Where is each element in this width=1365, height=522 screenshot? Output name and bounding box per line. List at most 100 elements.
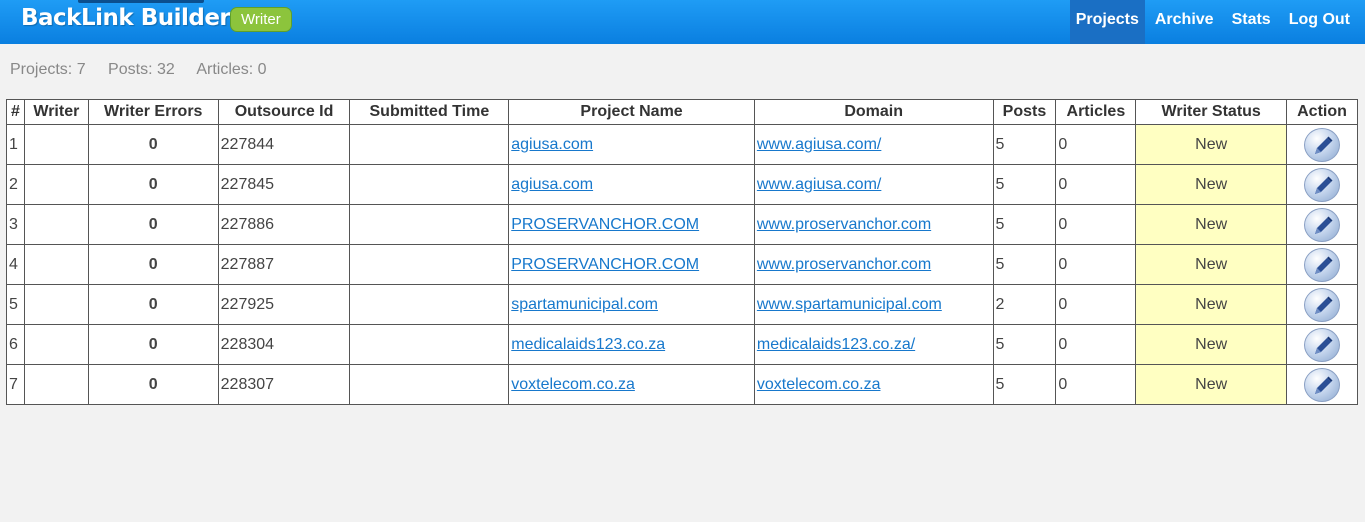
domain-link[interactable]: www.spartamunicipal.com: [757, 296, 942, 313]
pencil-icon: [1315, 296, 1333, 314]
project-link[interactable]: spartamunicipal.com: [511, 296, 658, 313]
domain-cell: www.proservanchor.com: [753, 244, 994, 285]
pencil-icon: [1315, 256, 1333, 274]
writer-cell: [23, 284, 89, 325]
edit-button[interactable]: [1304, 327, 1340, 362]
writer-errors-cell: 0: [87, 244, 219, 285]
posts-cell: 5: [992, 164, 1057, 205]
col-header-articles: Articles: [1055, 99, 1137, 125]
action-cell: [1286, 364, 1358, 405]
nav-projects[interactable]: Projects: [1069, 0, 1145, 44]
outsource-id-cell: 227887: [217, 244, 351, 285]
writer-cell: [23, 324, 89, 365]
submitted-time-cell: [349, 244, 510, 285]
top-navbar: BackLink Builder Writer Projects Archive…: [0, 0, 1365, 44]
action-cell: [1286, 284, 1358, 325]
writer-errors-cell: 0: [87, 124, 219, 165]
writer-errors-cell: 0: [87, 284, 219, 325]
project-link[interactable]: PROSERVANCHOR.COM: [511, 256, 699, 273]
table-row: 3 0 227886 PROSERVANCHOR.COM www.proserv…: [6, 204, 1358, 245]
writer-status-cell: New: [1135, 164, 1288, 205]
submitted-time-cell: [349, 284, 510, 325]
project-link[interactable]: PROSERVANCHOR.COM: [511, 216, 699, 233]
edit-button[interactable]: [1304, 167, 1340, 202]
writer-errors-cell: 0: [87, 364, 219, 405]
domain-link[interactable]: medicalaids123.co.za/: [757, 336, 915, 353]
writer-errors-cell: 0: [87, 204, 219, 245]
domain-link[interactable]: www.agiusa.com/: [757, 176, 882, 193]
submitted-time-cell: [349, 204, 510, 245]
writer-status-cell: New: [1135, 204, 1288, 245]
pencil-icon: [1315, 136, 1333, 154]
col-header-project-name: Project Name: [508, 99, 755, 125]
posts-cell: 5: [992, 204, 1057, 245]
projects-count: Projects: 7: [10, 61, 86, 78]
project-link[interactable]: agiusa.com: [511, 176, 593, 193]
col-header-writer-status: Writer Status: [1135, 99, 1288, 125]
nav-archive[interactable]: Archive: [1147, 0, 1222, 44]
nav-logout[interactable]: Log Out: [1281, 0, 1365, 44]
row-number: 1: [6, 124, 25, 165]
articles-cell: 0: [1055, 124, 1137, 165]
table-header-row: # Writer Writer Errors Outsource Id Subm…: [6, 99, 1358, 125]
project-name-cell: agiusa.com: [508, 124, 755, 165]
role-badge: Writer: [230, 7, 292, 32]
outsource-id-cell: 228307: [217, 364, 351, 405]
domain-cell: www.agiusa.com/: [753, 164, 994, 205]
projects-table: # Writer Writer Errors Outsource Id Subm…: [6, 99, 1358, 405]
articles-cell: 0: [1055, 324, 1137, 365]
project-link[interactable]: medicalaids123.co.za: [511, 336, 665, 353]
writer-status-cell: New: [1135, 364, 1288, 405]
domain-link[interactable]: www.proservanchor.com: [757, 216, 931, 233]
outsource-id-cell: 227844: [217, 124, 351, 165]
writer-cell: [23, 244, 89, 285]
row-number: 5: [6, 284, 25, 325]
writer-errors-cell: 0: [87, 164, 219, 205]
table-row: 4 0 227887 PROSERVANCHOR.COM www.proserv…: [6, 244, 1358, 285]
outsource-id-cell: 228304: [217, 324, 351, 365]
posts-cell: 5: [992, 244, 1057, 285]
col-header-submitted-time: Submitted Time: [349, 99, 510, 125]
table-row: 5 0 227925 spartamunicipal.com www.spart…: [6, 284, 1358, 325]
main-nav: Projects Archive Stats Log Out: [1069, 0, 1365, 44]
nav-stats[interactable]: Stats: [1224, 0, 1279, 44]
outsource-id-cell: 227845: [217, 164, 351, 205]
articles-cell: 0: [1055, 244, 1137, 285]
domain-link[interactable]: voxtelecom.co.za: [757, 376, 881, 393]
edit-button[interactable]: [1304, 287, 1340, 322]
outsource-id-cell: 227925: [217, 284, 351, 325]
edit-button[interactable]: [1304, 367, 1340, 402]
action-cell: [1286, 204, 1358, 245]
domain-link[interactable]: www.proservanchor.com: [757, 256, 931, 273]
row-number: 3: [6, 204, 25, 245]
posts-cell: 2: [992, 284, 1057, 325]
pencil-icon: [1315, 376, 1333, 394]
domain-cell: www.agiusa.com/: [753, 124, 994, 165]
pencil-icon: [1315, 216, 1333, 234]
domain-link[interactable]: www.agiusa.com/: [757, 136, 882, 153]
project-name-cell: agiusa.com: [508, 164, 755, 205]
col-header-domain: Domain: [753, 99, 994, 125]
col-header-writer: Writer: [23, 99, 89, 125]
articles-cell: 0: [1055, 164, 1137, 205]
edit-button[interactable]: [1304, 247, 1340, 282]
posts-cell: 5: [992, 124, 1057, 165]
project-link[interactable]: voxtelecom.co.za: [511, 376, 635, 393]
brand-logo[interactable]: BackLink Builder: [21, 5, 231, 31]
edit-button[interactable]: [1304, 127, 1340, 162]
summary-counts: Projects: 7 Posts: 32 Articles: 0: [10, 61, 285, 79]
project-name-cell: voxtelecom.co.za: [508, 364, 755, 405]
table-row: 1 0 227844 agiusa.com www.agiusa.com/ 5 …: [6, 124, 1358, 165]
action-cell: [1286, 244, 1358, 285]
row-number: 6: [6, 324, 25, 365]
posts-count: Posts: 32: [108, 61, 175, 78]
articles-cell: 0: [1055, 204, 1137, 245]
edit-button[interactable]: [1304, 207, 1340, 242]
posts-cell: 5: [992, 324, 1057, 365]
project-link[interactable]: agiusa.com: [511, 136, 593, 153]
articles-cell: 0: [1055, 284, 1137, 325]
table-row: 7 0 228307 voxtelecom.co.za voxtelecom.c…: [6, 364, 1358, 405]
writer-status-cell: New: [1135, 324, 1288, 365]
articles-cell: 0: [1055, 364, 1137, 405]
submitted-time-cell: [349, 324, 510, 365]
